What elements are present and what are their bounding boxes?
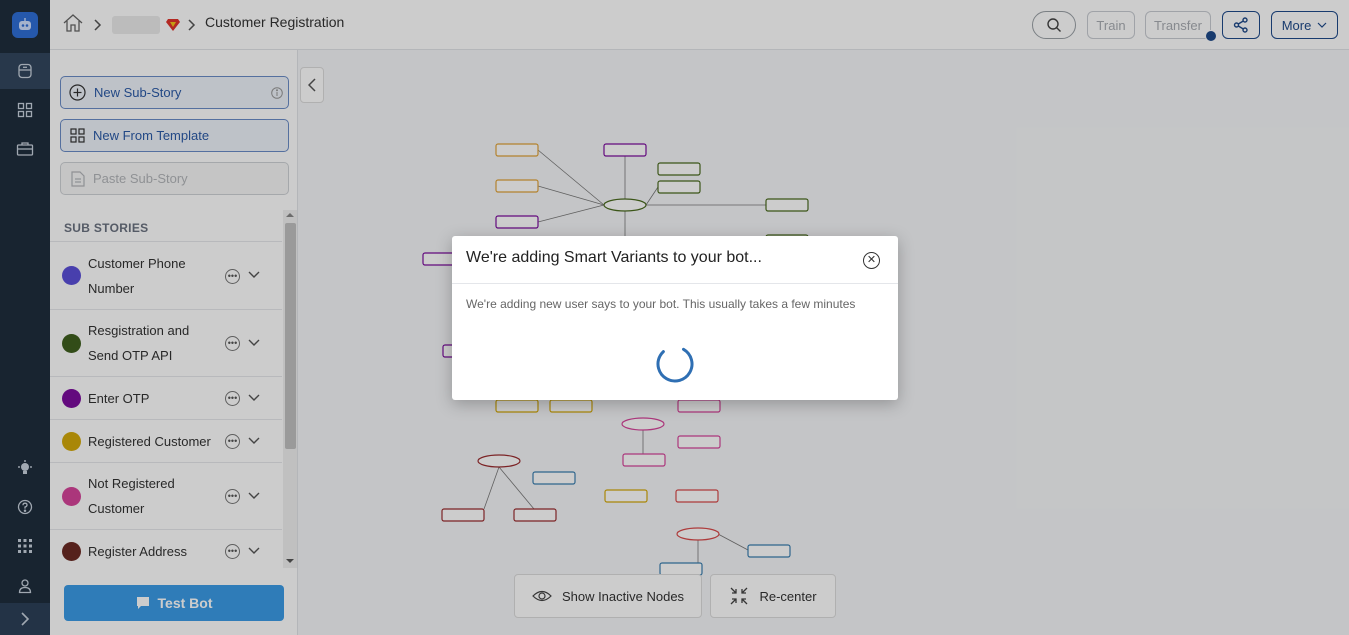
modal-divider <box>452 283 898 284</box>
close-icon[interactable]: ✕ <box>863 252 880 269</box>
modal-title: We're adding Smart Variants to your bot.… <box>466 249 762 266</box>
loading-spinner <box>656 345 694 383</box>
modal-body-text: We're adding new user says to your bot. … <box>466 297 856 311</box>
smart-variants-modal: We're adding Smart Variants to your bot.… <box>452 236 898 400</box>
